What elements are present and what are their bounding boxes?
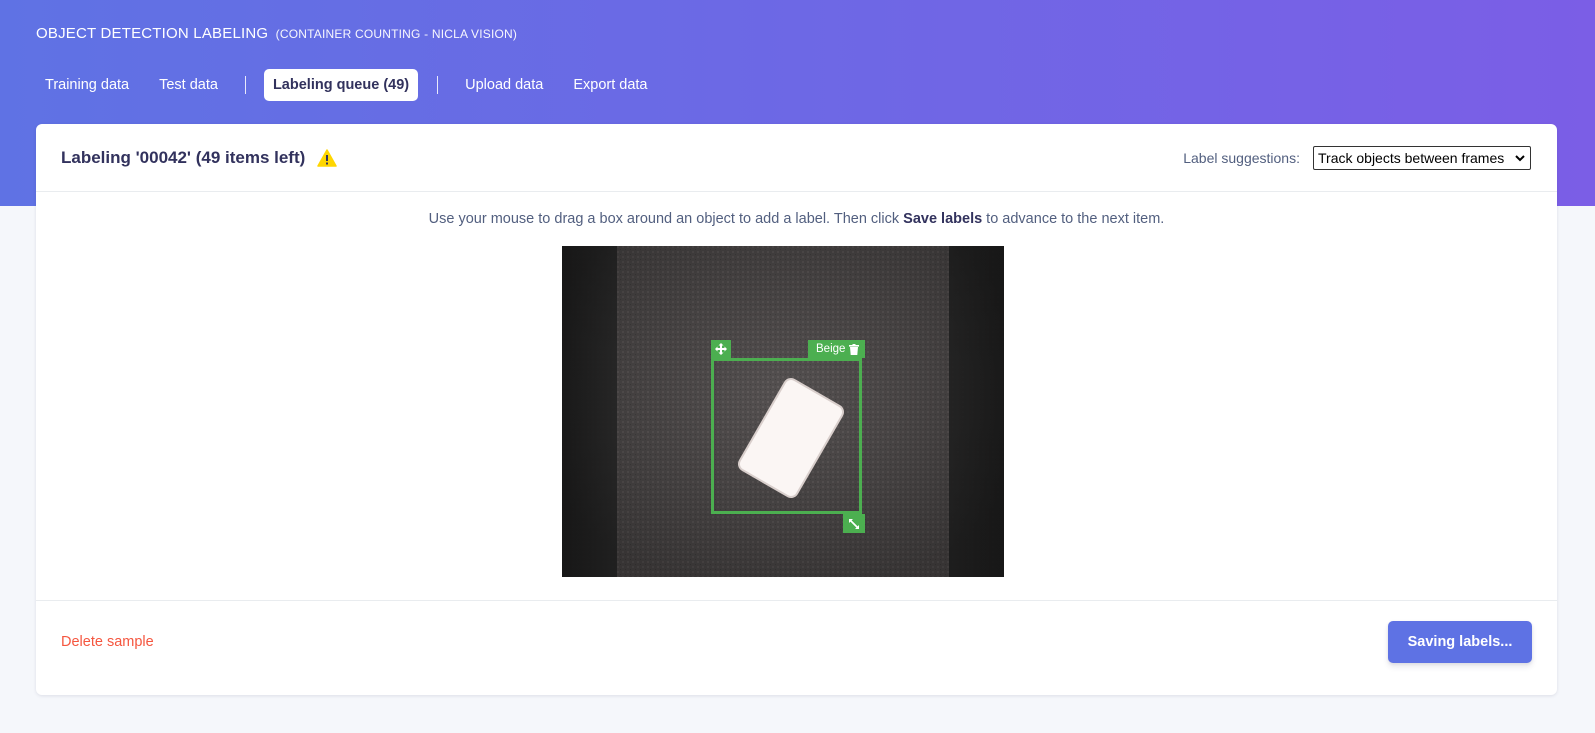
labeling-title: Labeling '00042' (49 items left) [61,148,306,167]
label-suggestions-select[interactable]: Track objects between frames [1313,146,1531,170]
card-footer: Delete sample Saving labels... [36,600,1557,696]
sample-image[interactable]: Beige [562,246,1004,577]
chevron-down-icon [1515,155,1525,162]
bounding-box[interactable] [711,358,862,514]
label-suggestions-label: Label suggestions: [1183,150,1300,166]
resize-box-handle[interactable] [843,514,865,533]
label-suggestions-value: Track objects between frames [1318,150,1505,166]
delete-sample-link[interactable]: Delete sample [61,634,154,650]
move-box-handle[interactable] [711,340,731,358]
resize-arrows-icon [849,518,859,529]
box-label-tag[interactable]: Beige [808,340,865,358]
tab-training-data[interactable]: Training data [36,69,138,101]
project-subtitle: (Container counting - Nicla Vision) [275,27,518,41]
project-title: Object detection labeling [36,25,269,42]
save-labels-button[interactable]: Saving labels... [1388,621,1532,663]
nav-divider [244,76,246,94]
warning-triangle-icon[interactable] [317,149,338,167]
card-header: Labeling '00042' (49 items left) Label s… [36,124,1557,192]
trash-icon[interactable] [849,343,860,355]
label-suggestions: Label suggestions: Track objects between… [1183,146,1531,170]
tab-labeling-queue[interactable]: Labeling queue (49) [263,69,419,101]
tab-export-data[interactable]: Export data [564,69,656,101]
instruction-part: Use your mouse to drag a box around an o… [428,211,904,227]
tab-test-data[interactable]: Test data [150,69,227,101]
card-title-row: Labeling '00042' (49 items left) [61,148,338,168]
instruction-bold: Save labels [903,211,983,227]
box-label-text: Beige [816,343,846,355]
nav-divider [437,76,439,94]
tab-upload-data[interactable]: Upload data [456,69,552,101]
main-nav: Training data Test data Labeling queue (… [36,69,669,101]
instruction-part: to advance to the next item. [982,211,1165,227]
page-title: Object detection labeling (Container cou… [36,25,517,42]
labeling-card: Labeling '00042' (49 items left) Label s… [36,124,1557,695]
move-arrows-icon [715,343,727,355]
instruction-text: Use your mouse to drag a box around an o… [36,211,1557,227]
